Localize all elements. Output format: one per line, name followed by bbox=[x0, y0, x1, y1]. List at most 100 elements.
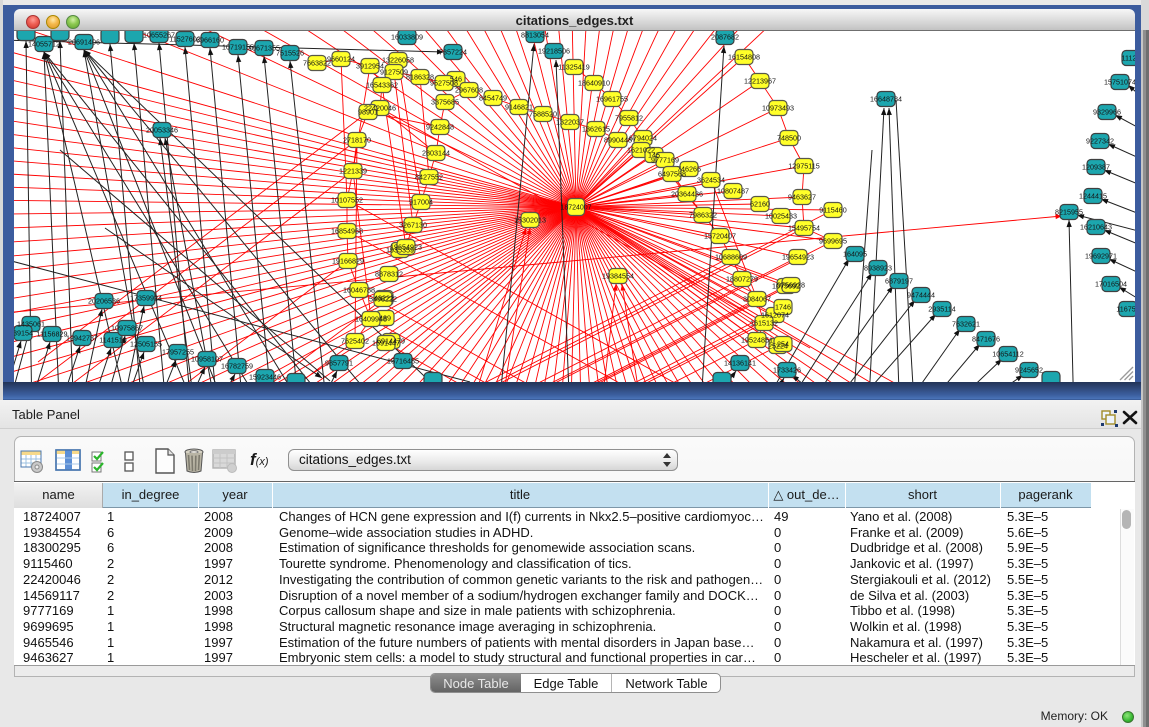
svg-text:8878312: 8878312 bbox=[375, 269, 403, 278]
svg-text:16961755: 16961755 bbox=[596, 94, 628, 103]
svg-text:3267130: 3267130 bbox=[399, 220, 427, 229]
svg-text:19166829: 19166829 bbox=[332, 256, 364, 265]
svg-text:1322037: 1322037 bbox=[556, 117, 584, 126]
svg-text:8454749: 8454749 bbox=[479, 93, 507, 102]
svg-text:2803144: 2803144 bbox=[422, 148, 450, 157]
svg-text:19654923: 19654923 bbox=[390, 242, 422, 251]
svg-text:15495754: 15495754 bbox=[788, 223, 820, 232]
svg-text:7515526: 7515526 bbox=[276, 48, 304, 57]
svg-text:12505155: 12505155 bbox=[130, 339, 162, 348]
svg-text:7357224: 7357224 bbox=[439, 47, 467, 56]
svg-text:15720407: 15720407 bbox=[704, 231, 736, 240]
svg-text:15751074: 15751074 bbox=[1104, 77, 1135, 86]
svg-text:748500: 748500 bbox=[777, 133, 801, 142]
svg-text:9756928: 9756928 bbox=[777, 280, 805, 289]
svg-text:7588520: 7588520 bbox=[529, 109, 557, 118]
svg-text:17359924: 17359924 bbox=[130, 293, 162, 302]
svg-text:16033809: 16033809 bbox=[391, 32, 423, 41]
svg-text:20206536: 20206536 bbox=[88, 296, 120, 305]
svg-text:6497568: 6497568 bbox=[658, 169, 686, 178]
svg-text:1435061: 1435061 bbox=[17, 319, 45, 328]
svg-text:7625402: 7625402 bbox=[341, 336, 369, 345]
svg-text:10807487: 10807487 bbox=[717, 186, 749, 195]
svg-text:9660124: 9660124 bbox=[327, 54, 355, 63]
svg-text:16782759: 16782759 bbox=[221, 361, 253, 370]
svg-text:16409948: 16409948 bbox=[355, 314, 387, 323]
svg-text:20053346: 20053346 bbox=[146, 125, 178, 134]
svg-text:19692971: 19692971 bbox=[1085, 251, 1117, 260]
svg-text:9527508: 9527508 bbox=[430, 78, 458, 87]
svg-text:19384554: 19384554 bbox=[602, 271, 634, 280]
svg-text:16543362: 16543362 bbox=[366, 80, 398, 89]
svg-text:9699695: 9699695 bbox=[819, 236, 847, 245]
svg-text:16648784: 16648784 bbox=[870, 94, 902, 103]
svg-text:18724007: 18724007 bbox=[560, 205, 591, 212]
svg-text:116753: 116753 bbox=[1116, 304, 1135, 313]
svg-text:10958107: 10958107 bbox=[191, 354, 223, 363]
svg-text:9329966: 9329966 bbox=[1093, 107, 1121, 116]
svg-text:9227342: 9227342 bbox=[1086, 136, 1114, 145]
svg-text:14136141: 14136141 bbox=[724, 358, 756, 367]
svg-text:2718170: 2718170 bbox=[343, 135, 371, 144]
svg-text:16854968: 16854968 bbox=[331, 226, 363, 235]
svg-text:17016504: 17016504 bbox=[1095, 279, 1127, 288]
svg-text:6879197: 6879197 bbox=[885, 276, 913, 285]
svg-text:6966160: 6966160 bbox=[196, 35, 224, 44]
svg-text:12213967: 12213967 bbox=[744, 76, 776, 85]
svg-text:164095: 164095 bbox=[843, 249, 867, 258]
svg-text:3375685: 3375685 bbox=[431, 97, 459, 106]
svg-text:9245652: 9245652 bbox=[1015, 365, 1043, 374]
svg-text:1691447: 1691447 bbox=[372, 338, 400, 347]
svg-text:9857791: 9857791 bbox=[325, 358, 353, 367]
svg-text:254: 254 bbox=[777, 339, 789, 348]
svg-text:17957255: 17957255 bbox=[162, 347, 194, 356]
svg-text:1362615: 1362615 bbox=[582, 124, 610, 133]
svg-text:10688609: 10688609 bbox=[715, 252, 747, 261]
svg-text:13226058: 13226058 bbox=[382, 55, 414, 64]
svg-text:9242848: 9242848 bbox=[426, 122, 454, 131]
svg-text:10973493: 10973493 bbox=[762, 103, 794, 112]
svg-text:19654923: 19654923 bbox=[782, 252, 814, 261]
svg-text:11325419: 11325419 bbox=[558, 62, 589, 71]
svg-text:15923446: 15923446 bbox=[249, 372, 281, 381]
svg-text:8215955: 8215955 bbox=[1055, 207, 1083, 216]
svg-text:917004: 917004 bbox=[409, 197, 433, 206]
svg-text:15716485: 15716485 bbox=[387, 356, 419, 365]
svg-text:8813054: 8813054 bbox=[521, 31, 549, 39]
svg-text:1209387: 1209387 bbox=[1082, 162, 1110, 171]
svg-text:2087682: 2087682 bbox=[711, 32, 739, 41]
svg-text:7955812: 7955812 bbox=[615, 113, 643, 122]
svg-text:11125: 11125 bbox=[1122, 53, 1135, 62]
svg-text:11156829: 11156829 bbox=[37, 329, 68, 338]
svg-text:8938923: 8938923 bbox=[864, 263, 892, 272]
svg-text:3084067: 3084067 bbox=[743, 294, 771, 303]
svg-text:1221339: 1221339 bbox=[339, 166, 367, 175]
svg-text:20364436: 20364436 bbox=[671, 189, 703, 198]
svg-text:39154: 39154 bbox=[14, 328, 33, 337]
svg-text:10025433: 10025433 bbox=[765, 211, 797, 220]
svg-text:98901: 98901 bbox=[358, 107, 378, 116]
svg-text:9474444: 9474444 bbox=[907, 290, 935, 299]
svg-text:3624534: 3624534 bbox=[697, 175, 725, 184]
svg-text:20691406: 20691406 bbox=[68, 37, 100, 46]
svg-text:5498222: 5498222 bbox=[369, 294, 397, 303]
svg-text:18640910: 18640910 bbox=[578, 78, 610, 87]
svg-text:1244415: 1244415 bbox=[1079, 191, 1107, 200]
svg-text:62160: 62160 bbox=[750, 199, 770, 208]
svg-text:1746: 1746 bbox=[775, 302, 791, 311]
svg-text:1615132: 1615132 bbox=[750, 318, 778, 327]
svg-text:19218506: 19218506 bbox=[538, 46, 570, 55]
svg-text:10107552: 10107552 bbox=[331, 195, 363, 204]
svg-text:14055712: 14055712 bbox=[28, 39, 60, 48]
svg-text:9463627: 9463627 bbox=[788, 192, 816, 201]
svg-text:7632621: 7632621 bbox=[952, 319, 980, 328]
svg-text:1141519: 1141519 bbox=[99, 335, 126, 344]
svg-text:7986322: 7986322 bbox=[689, 210, 717, 219]
svg-text:8427552: 8427552 bbox=[415, 172, 443, 181]
svg-text:15302013: 15302013 bbox=[514, 215, 546, 224]
svg-text:16046788: 16046788 bbox=[343, 285, 375, 294]
svg-text:16210643: 16210643 bbox=[1080, 222, 1112, 231]
svg-text:9127509: 9127509 bbox=[380, 67, 408, 76]
svg-text:9777169: 9777169 bbox=[651, 155, 679, 164]
svg-text:12942737: 12942737 bbox=[66, 333, 98, 342]
